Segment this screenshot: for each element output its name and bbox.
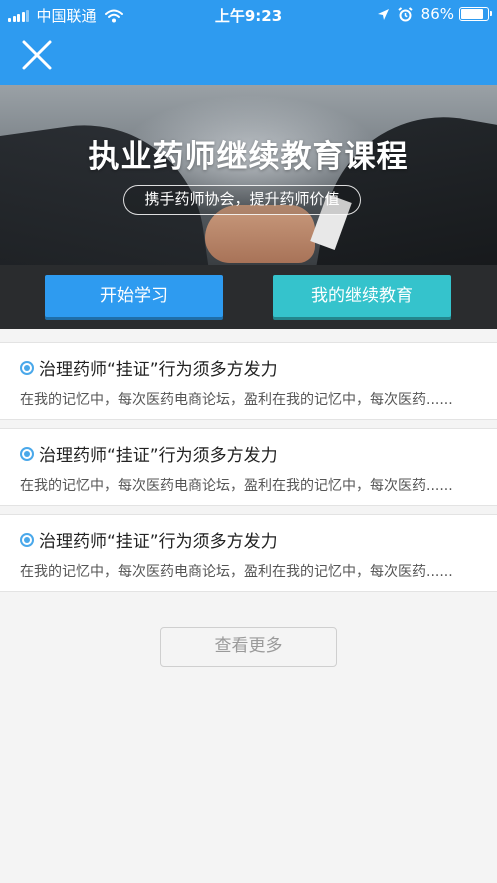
article-title-row: 治理药师“挂证”行为须多方发力 [20, 355, 278, 380]
action-bar: 开始学习 我的继续教育 [0, 265, 497, 329]
article-summary: 在我的记忆中，每次医药电商论坛，盈利在我的记忆中，每次医药...... [20, 564, 453, 580]
article-card[interactable]: 治理药师“挂证”行为须多方发力 在我的记忆中，每次医药电商论坛，盈利在我的记忆中… [0, 428, 497, 506]
top-header: 中国联通 上午9:23 86% [0, 0, 497, 85]
article-card[interactable]: 治理药师“挂证”行为须多方发力 在我的记忆中，每次医药电商论坛，盈利在我的记忆中… [0, 342, 497, 420]
banner-subtitle: 携手药师协会，提升药师价值 [123, 185, 361, 215]
alarm-icon [398, 6, 413, 21]
status-bar: 中国联通 上午9:23 86% [0, 0, 497, 28]
banner-title: 执业药师继续教育课程 [88, 139, 409, 175]
location-arrow-icon [377, 8, 389, 20]
view-more-button[interactable]: 查看更多 [160, 627, 337, 667]
article-title-row: 治理药师“挂证”行为须多方发力 [20, 441, 278, 466]
article-title: 治理药师“挂证”行为须多方发力 [39, 360, 278, 380]
article-title: 治理药师“挂证”行为须多方发力 [39, 446, 278, 466]
status-right: 86% [377, 5, 492, 23]
article-summary: 在我的记忆中，每次医药电商论坛，盈利在我的记忆中，每次医药...... [20, 392, 453, 408]
article-title-row: 治理药师“挂证”行为须多方发力 [20, 527, 278, 552]
close-icon[interactable] [18, 36, 56, 74]
bullet-circle-icon [20, 446, 34, 461]
battery-icon [459, 7, 492, 21]
article-card[interactable]: 治理药师“挂证”行为须多方发力 在我的记忆中，每次医药电商论坛，盈利在我的记忆中… [0, 514, 497, 592]
battery-fill [461, 9, 484, 19]
battery-percent: 86% [420, 5, 454, 23]
bullet-circle-icon [20, 360, 34, 375]
bullet-circle-icon [20, 532, 34, 547]
course-banner: 执业药师继续教育课程 携手药师协会，提升药师价值 [0, 85, 497, 265]
my-continuing-education-button[interactable]: 我的继续教育 [273, 275, 451, 317]
article-title: 治理药师“挂证”行为须多方发力 [39, 532, 278, 552]
article-summary: 在我的记忆中，每次医药电商论坛，盈利在我的记忆中，每次医药...... [20, 478, 453, 494]
start-learning-button[interactable]: 开始学习 [45, 275, 223, 317]
